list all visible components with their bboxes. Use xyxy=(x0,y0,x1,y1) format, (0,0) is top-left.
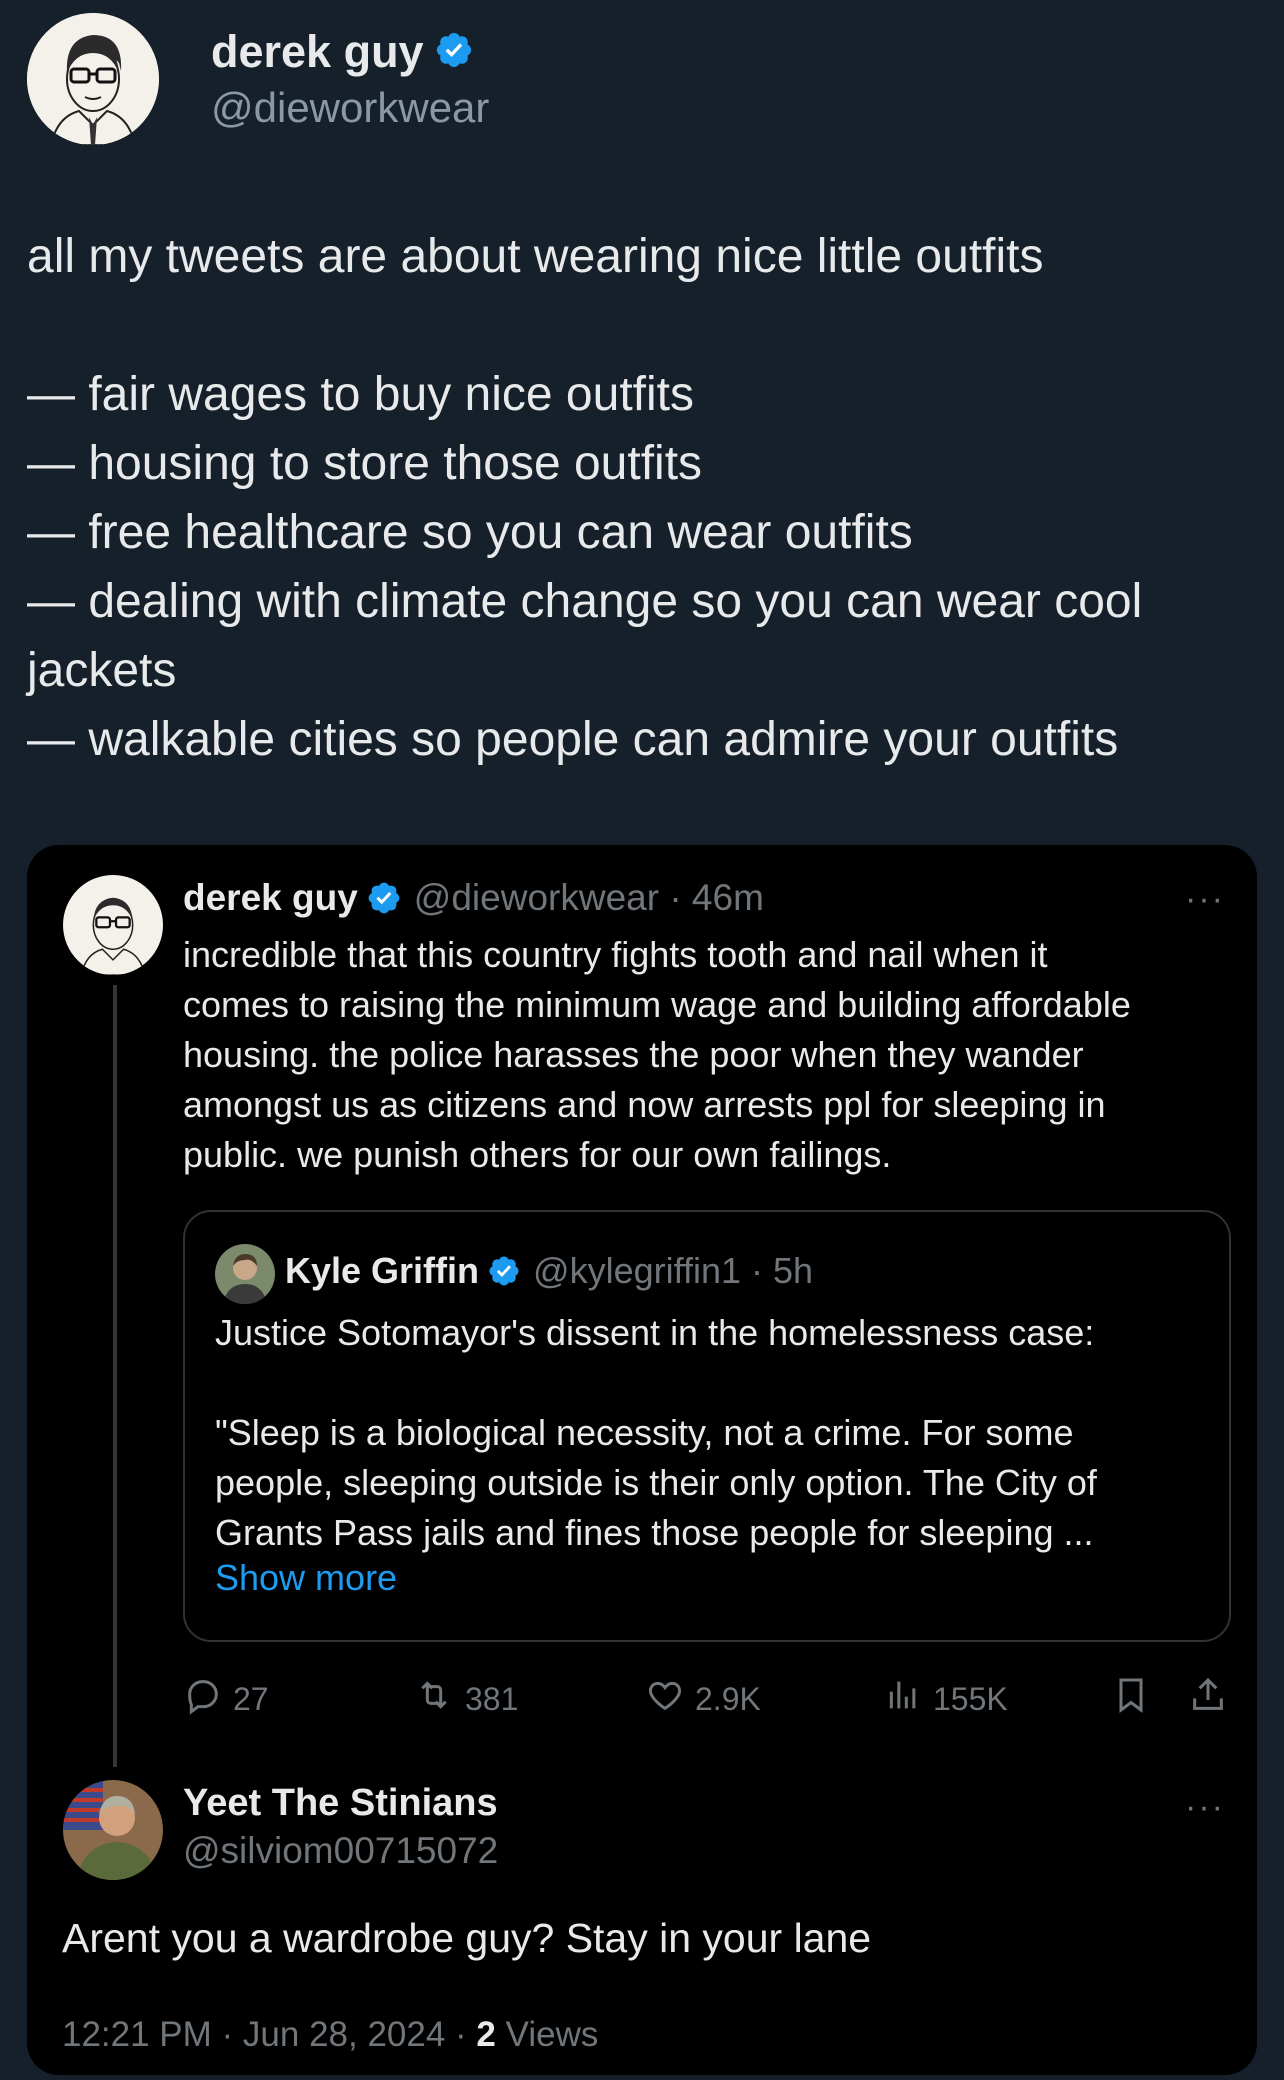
thread-author-handle[interactable]: @dieworkwear · 46m xyxy=(414,877,764,919)
reply-count: 27 xyxy=(233,1680,269,1717)
reply-author-handle[interactable]: @silviom00715072 xyxy=(183,1830,498,1872)
like-count: 2.9K xyxy=(695,1680,761,1717)
main-tweet-header: derek guy @dieworkwear xyxy=(27,13,489,145)
main-tweet-text: all my tweets are about wearing nice lit… xyxy=(27,230,1143,766)
author-name[interactable]: derek guy xyxy=(211,26,424,78)
quoted-tweet-text: Justice Sotomayor's dissent in the homel… xyxy=(215,1312,1097,1553)
reply-timestamp[interactable]: 12:21 PM · Jun 28, 2024 · xyxy=(62,2015,476,2054)
quoted-author-handle: @kylegriffin1 · 5h xyxy=(533,1250,814,1291)
quoted-tweet-meta: Kyle Griffin @kylegriffin1 · 5h xyxy=(285,1250,813,1292)
thread-tweet-text: incredible that this country fights toot… xyxy=(183,934,1131,1175)
reply-text: Arent you a wardrobe guy? Stay in your l… xyxy=(62,1915,872,1961)
like-icon xyxy=(645,1675,695,1723)
repost-count: 381 xyxy=(465,1680,519,1717)
quoted-author-name: Kyle Griffin xyxy=(285,1250,480,1291)
share-icon[interactable] xyxy=(1188,1675,1238,1715)
views-button[interactable]: 155K xyxy=(883,1675,1008,1723)
thread-tweet-meta: derek guy @dieworkwear · 46m xyxy=(183,877,764,919)
reply-views-label: Views xyxy=(495,2015,599,2054)
verified-badge-icon xyxy=(434,30,474,75)
like-button[interactable]: 2.9K xyxy=(645,1675,761,1723)
more-icon[interactable]: ··· xyxy=(1185,880,1225,919)
tweet-action-bar: 27 381 2.9K 155K xyxy=(183,1675,1233,1725)
thread-connector-line xyxy=(113,985,117,1767)
quoted-tweet[interactable]: Kyle Griffin @kylegriffin1 · 5h Justice … xyxy=(183,1210,1231,1642)
views-icon xyxy=(883,1675,933,1723)
verified-badge-icon xyxy=(487,1254,521,1288)
reply-button[interactable]: 27 xyxy=(183,1675,269,1723)
reply-views-count: 2 xyxy=(476,2015,496,2054)
author-avatar[interactable] xyxy=(27,13,159,145)
bookmark-icon[interactable] xyxy=(1111,1675,1161,1715)
verified-badge-icon xyxy=(366,880,402,916)
quoted-author-avatar xyxy=(215,1244,275,1304)
repost-button[interactable]: 381 xyxy=(413,1675,518,1723)
reply-author-name[interactable]: Yeet The Stinians xyxy=(183,1782,498,1825)
repost-icon xyxy=(413,1675,465,1723)
show-more-link[interactable]: Show more xyxy=(215,1557,397,1599)
more-icon[interactable]: ··· xyxy=(1185,1788,1225,1827)
author-handle[interactable]: @dieworkwear xyxy=(211,84,489,132)
thread-author-avatar[interactable] xyxy=(63,875,163,975)
thread-author-name[interactable]: derek guy xyxy=(183,877,358,919)
reply-author-avatar[interactable] xyxy=(63,1780,163,1880)
reply-footer: 12:21 PM · Jun 28, 2024 · 2 Views xyxy=(62,2015,598,2055)
reply-icon xyxy=(183,1675,233,1723)
views-count: 155K xyxy=(933,1680,1008,1717)
